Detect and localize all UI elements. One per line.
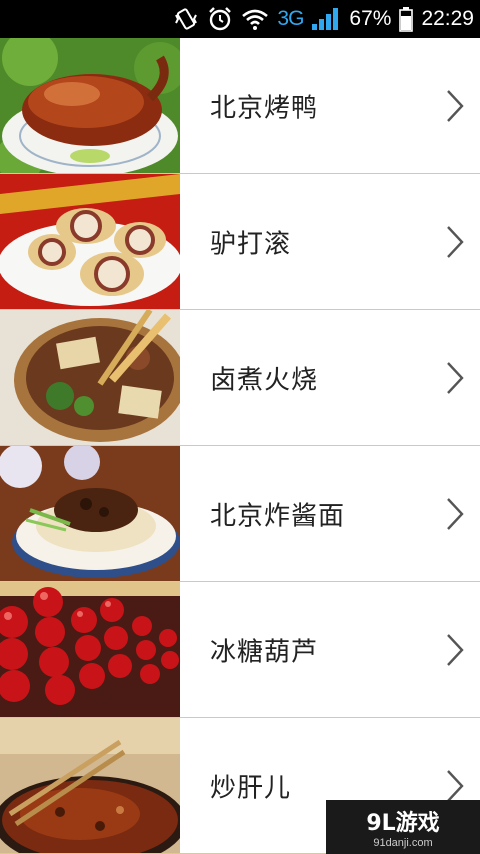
site-watermark: 9L游戏 91danji.com — [326, 800, 480, 854]
status-bar: 3G 67% 22:29 — [0, 0, 480, 38]
signal-strength-icon — [311, 7, 341, 31]
food-name: 冰糖葫芦 — [210, 637, 319, 667]
network-type: 3G — [277, 7, 304, 30]
wifi-icon — [241, 7, 269, 31]
food-name: 北京烤鸭 — [210, 93, 319, 123]
clock: 22:29 — [421, 7, 474, 30]
zhajiang-noodles-image — [0, 446, 180, 581]
food-name: 北京炸酱面 — [210, 501, 346, 531]
food-name: 驴打滚 — [210, 229, 292, 259]
chevron-right-icon — [447, 225, 464, 258]
donkey-roll-image — [0, 174, 180, 309]
luzhu-stew-image — [0, 310, 180, 445]
watermark-url: 91danji.com — [373, 837, 433, 849]
watermark-logo-text: 9L游戏 — [366, 811, 440, 836]
battery-percent: 67% — [349, 7, 392, 30]
candied-haws-image — [0, 582, 180, 717]
food-list: 北京烤鸭 驴打滚 卤煮火烧 北京炸酱面 冰糖葫芦 炒肝儿 — [0, 38, 480, 854]
chevron-right-icon — [447, 633, 464, 666]
alarm-clock-icon — [207, 6, 233, 32]
chevron-right-icon — [447, 89, 464, 122]
list-item[interactable]: 驴打滚 — [0, 174, 480, 310]
fried-liver-image — [0, 718, 180, 853]
chevron-right-icon — [447, 497, 464, 530]
list-item[interactable]: 北京炸酱面 — [0, 446, 480, 582]
list-item[interactable]: 冰糖葫芦 — [0, 582, 480, 718]
food-name: 卤煮火烧 — [210, 365, 319, 395]
list-item[interactable]: 北京烤鸭 — [0, 38, 480, 174]
chevron-right-icon — [447, 769, 464, 802]
roast-duck-image — [0, 38, 180, 173]
list-item[interactable]: 卤煮火烧 — [0, 310, 480, 446]
battery-icon — [399, 6, 414, 32]
vibrate-icon — [173, 6, 199, 32]
food-name: 炒肝儿 — [210, 773, 292, 803]
chevron-right-icon — [447, 361, 464, 394]
